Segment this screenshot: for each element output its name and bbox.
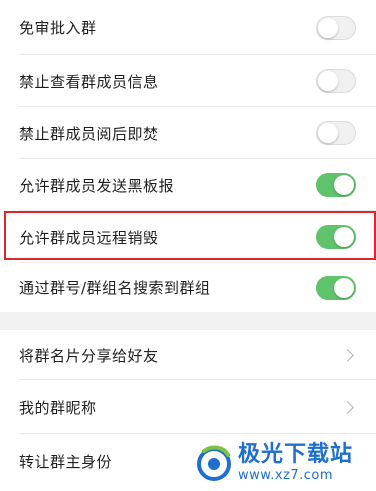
chevron-right-icon <box>341 348 354 362</box>
toggle-settings-group: 免审批入群 禁止查看群成员信息 禁止群成员阅后即焚 允许群成员发送黑板报 允许群… <box>0 0 376 312</box>
toggle-switch-on[interactable] <box>316 225 356 249</box>
group-settings-page: 免审批入群 禁止查看群成员信息 禁止群成员阅后即焚 允许群成员发送黑板报 允许群… <box>0 0 376 491</box>
watermark-url: www.xz7.com <box>238 468 334 483</box>
setting-label: 免审批入群 <box>19 19 97 37</box>
setting-row-approval-free[interactable]: 免审批入群 <box>0 0 376 55</box>
toggle-knob <box>318 17 338 38</box>
watermark-title: 极光下载站 <box>238 442 354 467</box>
chevron-right-icon <box>341 400 354 414</box>
setting-label: 允许群成员远程销毁 <box>19 228 159 247</box>
watermark-logo-icon <box>197 445 231 481</box>
nav-item-label: 我的群昵称 <box>19 398 97 417</box>
toggle-knob <box>334 227 354 247</box>
setting-label: 禁止群成员阅后即焚 <box>19 124 159 143</box>
nav-item-my-nickname[interactable]: 我的群昵称 <box>0 380 376 434</box>
toggle-switch-off[interactable] <box>316 15 356 40</box>
nav-item-label: 将群名片分享给好友 <box>19 346 159 365</box>
toggle-knob <box>318 123 338 143</box>
setting-label: 禁止查看群成员信息 <box>19 72 159 91</box>
watermark: 极光下载站 www.xz7.com <box>194 441 370 485</box>
toggle-switch-on[interactable] <box>316 173 356 197</box>
setting-label: 通过群号/群组名搜索到群组 <box>19 279 211 297</box>
toggle-knob <box>334 175 354 195</box>
toggle-switch-off[interactable] <box>316 121 356 145</box>
setting-label: 允许群成员发送黑板报 <box>19 176 175 195</box>
toggle-switch-on[interactable] <box>316 275 356 300</box>
toggle-switch-off[interactable] <box>316 69 356 93</box>
toggle-knob <box>334 277 354 298</box>
nav-item-share-card[interactable]: 将群名片分享给好友 <box>0 330 376 380</box>
setting-row-no-burn-after-read[interactable]: 禁止群成员阅后即焚 <box>0 107 376 159</box>
setting-row-allow-remote-destroy[interactable]: 允许群成员远程销毁 <box>0 211 376 263</box>
setting-row-searchable[interactable]: 通过群号/群组名搜索到群组 <box>0 263 376 312</box>
setting-row-hide-member-info[interactable]: 禁止查看群成员信息 <box>0 55 376 107</box>
nav-item-label: 转让群主身份 <box>19 452 113 471</box>
setting-row-allow-blackboard[interactable]: 允许群成员发送黑板报 <box>0 159 376 211</box>
toggle-knob <box>318 71 338 91</box>
